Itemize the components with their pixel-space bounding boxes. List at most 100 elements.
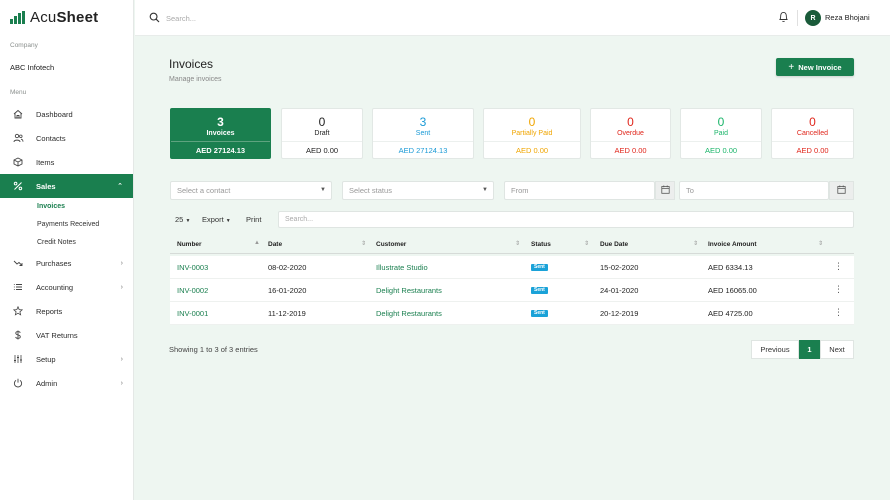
sort-asc-icon[interactable]: ▲ bbox=[254, 240, 260, 246]
percent-icon bbox=[12, 180, 24, 192]
sort-icon[interactable]: ⇕ bbox=[693, 240, 698, 247]
sort-icon[interactable]: ⇕ bbox=[515, 240, 520, 247]
table-header: Number ▲ Date ⇕ Customer ⇕ Status ⇕ Due … bbox=[170, 236, 854, 254]
from-date-input[interactable]: From bbox=[504, 181, 655, 200]
status-card-cancelled[interactable]: 0 Cancelled AED 0.00 bbox=[771, 108, 854, 159]
sidebar: AcuSheet Company ABC Infotech Menu Dashb… bbox=[0, 0, 134, 500]
customer-link[interactable]: Illustrate Studio bbox=[376, 263, 428, 272]
caret-down-icon: ▼ bbox=[320, 187, 326, 193]
sliders-icon bbox=[12, 353, 24, 365]
next-page-button[interactable]: Next bbox=[820, 340, 854, 359]
sidebar-item-sales[interactable]: Sales ⌃ bbox=[0, 174, 133, 198]
customer-link[interactable]: Delight Restaurants bbox=[376, 286, 442, 295]
table-row[interactable]: INV-0002 16-01-2020 Delight Restaurants Sen… bbox=[170, 279, 854, 302]
power-icon bbox=[12, 377, 24, 389]
sidebar-item-purchases[interactable]: Purchases › bbox=[0, 251, 133, 275]
invoice-number-link[interactable]: INV-0002 bbox=[177, 286, 208, 295]
sort-icon[interactable]: ⇕ bbox=[818, 240, 823, 247]
new-invoice-button[interactable]: + New Invoice bbox=[776, 58, 854, 76]
users-icon bbox=[12, 132, 24, 144]
status-count: 0 bbox=[627, 115, 634, 129]
more-vertical-icon[interactable]: ⋮ bbox=[834, 261, 843, 272]
col-customer[interactable]: Customer bbox=[376, 241, 406, 248]
status-label: Cancelled bbox=[796, 130, 829, 137]
user-name[interactable]: Reza Bhojani bbox=[825, 13, 870, 22]
contact-select[interactable]: Select a contact ▼ bbox=[170, 181, 332, 200]
page-title: Invoices bbox=[169, 57, 214, 71]
status-card-invoices[interactable]: 3 Invoices AED 27124.13 bbox=[170, 108, 271, 159]
company-name[interactable]: ABC Infotech bbox=[10, 63, 54, 72]
invoice-date: 16-01-2020 bbox=[268, 286, 307, 295]
col-number[interactable]: Number bbox=[177, 241, 202, 248]
bell-icon[interactable] bbox=[778, 11, 790, 24]
chevron-up-icon: ⌃ bbox=[117, 183, 123, 190]
col-status[interactable]: Status bbox=[531, 241, 551, 248]
avatar[interactable]: R bbox=[805, 10, 821, 26]
sidebar-item-label: Dashboard bbox=[36, 109, 73, 119]
export-button[interactable]: Export ▼ bbox=[202, 215, 231, 224]
page-1-button[interactable]: 1 bbox=[799, 340, 820, 359]
caret-down-icon: ▼ bbox=[482, 187, 488, 193]
sidebar-sub-invoices[interactable]: Invoices bbox=[37, 203, 65, 210]
print-button[interactable]: Print bbox=[246, 215, 261, 224]
box-icon bbox=[12, 156, 24, 168]
col-date[interactable]: Date bbox=[268, 241, 282, 248]
from-calendar-button[interactable] bbox=[655, 181, 675, 200]
status-amount: AED 27124.13 bbox=[171, 141, 270, 158]
sidebar-item-accounting[interactable]: Accounting › bbox=[0, 275, 133, 299]
dollar-icon bbox=[12, 329, 24, 341]
status-amount: AED 0.00 bbox=[681, 141, 761, 158]
table-search-input[interactable]: Search... bbox=[278, 211, 854, 228]
plus-icon: + bbox=[788, 61, 795, 73]
status-card-overdue[interactable]: 0 Overdue AED 0.00 bbox=[590, 108, 671, 159]
sidebar-item-vat-returns[interactable]: VAT Returns bbox=[0, 323, 133, 347]
col-due-date[interactable]: Due Date bbox=[600, 241, 628, 248]
sidebar-item-label: Setup bbox=[36, 354, 56, 364]
invoice-date: 11-12-2019 bbox=[268, 309, 306, 318]
customer-link[interactable]: Delight Restaurants bbox=[376, 309, 442, 318]
global-search-input[interactable] bbox=[166, 10, 366, 26]
entries-info: Showing 1 to 3 of 3 entries bbox=[169, 345, 258, 354]
to-calendar-button[interactable] bbox=[829, 181, 854, 200]
sidebar-item-label: Items bbox=[36, 157, 55, 167]
sidebar-item-admin[interactable]: Admin › bbox=[0, 371, 133, 395]
trend-down-icon bbox=[12, 257, 24, 269]
sort-icon[interactable]: ⇕ bbox=[584, 240, 589, 247]
status-card-sent[interactable]: 3 Sent AED 27124.13 bbox=[372, 108, 474, 159]
more-vertical-icon[interactable]: ⋮ bbox=[834, 307, 843, 318]
sidebar-item-label: Accounting bbox=[36, 282, 74, 292]
sidebar-item-setup[interactable]: Setup › bbox=[0, 347, 133, 371]
to-date-input[interactable]: To bbox=[679, 181, 829, 200]
due-date: 24-01-2020 bbox=[600, 286, 639, 295]
status-count: 0 bbox=[318, 115, 326, 129]
caret-down-icon: ▼ bbox=[225, 218, 231, 224]
status-label: Sent bbox=[415, 130, 431, 137]
status-card-paid[interactable]: 0 Paid AED 0.00 bbox=[680, 108, 762, 159]
status-card-draft[interactable]: 0 Draft AED 0.00 bbox=[281, 108, 363, 159]
sidebar-sub-credit-notes[interactable]: Credit Notes bbox=[37, 239, 76, 246]
status-count: 0 bbox=[809, 115, 816, 129]
sidebar-item-items[interactable]: Items bbox=[0, 150, 133, 174]
sidebar-item-reports[interactable]: Reports bbox=[0, 299, 133, 323]
status-card-partially-paid[interactable]: 0 Partially Paid AED 0.00 bbox=[483, 108, 581, 159]
calendar-icon bbox=[660, 185, 670, 196]
previous-page-button[interactable]: Previous bbox=[751, 340, 799, 359]
page-size-select[interactable]: 25 ▼ bbox=[175, 215, 190, 224]
app-logo[interactable]: AcuSheet bbox=[10, 8, 98, 26]
sidebar-item-contacts[interactable]: Contacts bbox=[0, 126, 133, 150]
sort-icon[interactable]: ⇕ bbox=[361, 240, 366, 247]
invoice-number-link[interactable]: INV-0003 bbox=[177, 263, 208, 272]
table-row[interactable]: INV-0001 11-12-2019 Delight Restaurants Sen… bbox=[170, 302, 854, 325]
invoice-number-link[interactable]: INV-0001 bbox=[177, 309, 208, 318]
sidebar-item-label: Sales bbox=[36, 181, 56, 191]
sidebar-sub-payments-received[interactable]: Payments Received bbox=[37, 221, 99, 228]
table-row[interactable]: INV-0003 08-02-2020 Illustrate Studio Sent 1… bbox=[170, 256, 854, 279]
sidebar-item-label: VAT Returns bbox=[36, 330, 78, 340]
page-subtitle: Manage invoices bbox=[169, 76, 222, 83]
chevron-right-icon: › bbox=[120, 259, 123, 267]
status-amount: AED 0.00 bbox=[772, 141, 853, 158]
col-invoice-amount[interactable]: Invoice Amount bbox=[708, 241, 757, 248]
sidebar-item-dashboard[interactable]: Dashboard bbox=[0, 102, 133, 126]
more-vertical-icon[interactable]: ⋮ bbox=[834, 284, 843, 295]
status-select[interactable]: Select status ▼ bbox=[342, 181, 494, 200]
